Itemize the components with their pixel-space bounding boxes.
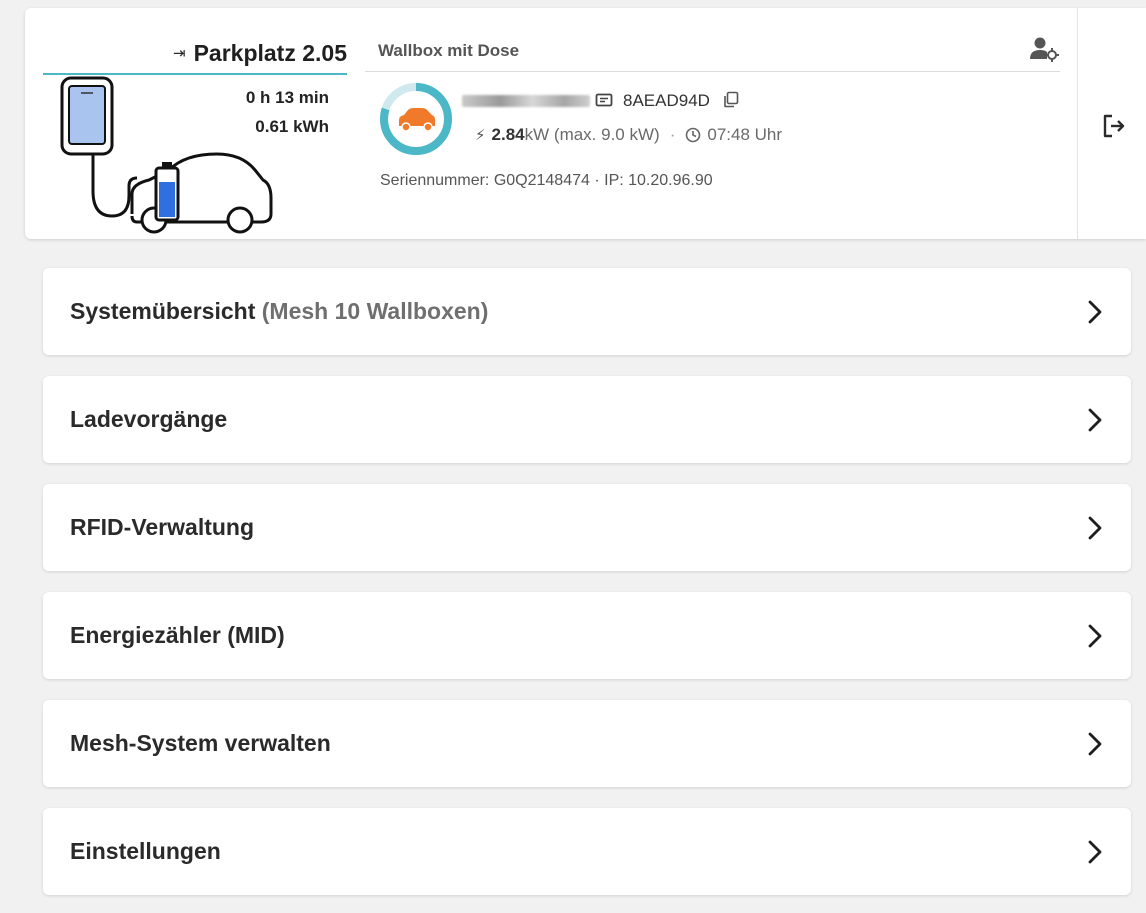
wallbox-info-panel: Wallbox mit Dose 8AEAD94D ⚡ 2.84 kW (max… — [365, 8, 1060, 239]
chevron-right-icon — [1088, 624, 1102, 647]
battery-fill — [159, 182, 175, 217]
menu-item-systemuebersicht[interactable]: Systemübersicht (Mesh 10 Wallboxen) — [43, 268, 1131, 355]
logout-icon — [1103, 114, 1125, 137]
card-icon — [595, 93, 613, 107]
chevron-right-icon — [1088, 300, 1102, 323]
menu-item-label: Systemübersicht (Mesh 10 Wallboxen) — [70, 298, 489, 324]
station-panel: ⇥ Parkplatz 2.05 0 h 13 min 0.61 kWh — [43, 38, 347, 234]
charging-status-ring — [380, 83, 452, 155]
menu-item-label: RFID-Verwaltung — [70, 514, 255, 540]
separator: · — [669, 125, 676, 144]
wallbox-header-card: ⇥ Parkplatz 2.05 0 h 13 min 0.61 kWh Wal… — [25, 8, 1146, 239]
menu-item-label: Mesh-System verwalten — [70, 730, 331, 756]
copy-icon[interactable] — [723, 91, 739, 108]
chevron-right-icon — [1088, 732, 1102, 755]
login-icon: ⇥ — [173, 45, 186, 62]
wallbox-model: Wallbox mit Dose — [378, 41, 520, 60]
chevron-right-icon — [1088, 408, 1102, 431]
menu-item-label: Ladevorgänge — [70, 406, 228, 432]
serial-ip-line: Seriennummer: G0Q2148474 · IP: 10.20.96.… — [380, 172, 713, 189]
start-time: 07:48 Uhr — [707, 125, 783, 144]
menu-item-ladevorgaenge[interactable]: Ladevorgänge — [43, 376, 1131, 463]
power-line: ⚡ 2.84 kW (max. 9.0 kW) · 07:48 Uhr — [475, 125, 782, 145]
station-title[interactable]: ⇥ Parkplatz 2.05 — [173, 38, 347, 68]
chevron-right-icon — [1088, 840, 1102, 863]
bolt-icon: ⚡ — [475, 127, 486, 144]
power-unit: kW (max. 9.0 kW) — [524, 125, 660, 144]
current-power: 2.84 — [491, 125, 525, 144]
menu-item-rfid-verwaltung[interactable]: RFID-Verwaltung — [43, 484, 1131, 571]
clock-icon — [686, 127, 701, 143]
chevron-right-icon — [1088, 516, 1102, 539]
car-wheel-rear — [226, 206, 254, 234]
user-settings-icon[interactable] — [1027, 35, 1061, 63]
logout-button[interactable] — [1077, 8, 1146, 239]
menu-item-suffix: (Mesh 10 Wallboxen) — [255, 298, 489, 324]
menu-item-label: Energiezähler (MID) — [70, 622, 285, 648]
menu-item-energiezaehler[interactable]: Energiezähler (MID) — [43, 592, 1131, 679]
info-divider — [365, 71, 1060, 72]
station-name: Parkplatz 2.05 — [193, 39, 347, 66]
menu-item-mesh-system[interactable]: Mesh-System verwalten — [43, 700, 1131, 787]
page: ⇥ Parkplatz 2.05 0 h 13 min 0.61 kWh Wal… — [0, 0, 1146, 913]
wallbox-car-illustration — [60, 76, 273, 234]
menu-item-einstellungen[interactable]: Einstellungen — [43, 808, 1131, 895]
masked-vehicle-name — [462, 95, 590, 107]
menu-item-label: Einstellungen — [70, 838, 221, 864]
rfid-id: 8AEAD94D — [623, 91, 710, 110]
wallbox-screen — [68, 85, 106, 145]
charging-cable — [91, 154, 138, 218]
